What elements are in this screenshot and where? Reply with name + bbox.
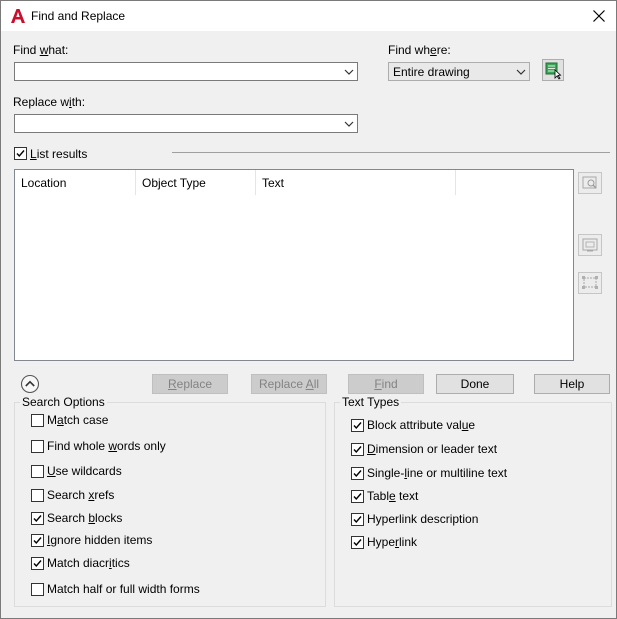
find-replace-dialog: Find and Replace Find what: Find where: … <box>0 0 617 619</box>
column-header-object-type[interactable]: Object Type <box>136 170 256 195</box>
search-option-search-blocks-checkbox[interactable] <box>31 512 44 525</box>
checkmark-icon <box>33 560 42 568</box>
search-option-match-half-or-full-width-forms-label[interactable]: Match half or full width forms <box>47 582 200 596</box>
chevron-down-icon[interactable] <box>344 68 354 76</box>
separator <box>172 152 610 153</box>
list-results-checkbox[interactable] <box>14 147 27 160</box>
text-type-single-line-or-multiline-text-label[interactable]: Single-line or multiline text <box>367 466 507 480</box>
search-option-find-whole-words-only-checkbox[interactable] <box>31 440 44 453</box>
help-button[interactable]: Help <box>534 374 610 394</box>
replace-button[interactable]: Replace <box>152 374 228 394</box>
text-type-single-line-or-multiline-text-checkbox[interactable] <box>351 467 364 480</box>
checkmark-icon <box>353 470 362 478</box>
chevron-down-icon[interactable] <box>344 120 354 128</box>
search-option-match-case-label[interactable]: Match case <box>47 413 108 427</box>
search-option-use-wildcards-checkbox[interactable] <box>31 465 44 478</box>
title-bar: Find and Replace <box>1 1 616 31</box>
search-options-title: Search Options <box>20 395 107 409</box>
checkmark-icon <box>353 446 362 454</box>
autocad-a-icon <box>11 9 25 23</box>
done-button[interactable]: Done <box>436 374 514 394</box>
chevron-down-icon <box>516 69 526 75</box>
search-option-match-diacritics-label[interactable]: Match diacritics <box>47 556 130 570</box>
checkmark-icon <box>16 150 25 158</box>
close-button[interactable] <box>588 5 610 27</box>
checkmark-icon <box>353 493 362 501</box>
text-types-title: Text Types <box>340 395 402 409</box>
text-type-hyperlink-label[interactable]: Hyperlink <box>367 535 417 549</box>
close-icon <box>593 10 605 22</box>
text-type-table-text-label[interactable]: Table text <box>367 489 418 503</box>
search-option-search-xrefs-label[interactable]: Search xrefs <box>47 488 114 502</box>
text-type-block-attribute-value-checkbox[interactable] <box>351 419 364 432</box>
window-title: Find and Replace <box>31 9 126 23</box>
find-what-combobox[interactable] <box>14 62 358 81</box>
text-type-table-text-checkbox[interactable] <box>351 490 364 503</box>
checkmark-icon <box>33 537 42 545</box>
collapse-options-button[interactable] <box>20 374 40 394</box>
column-header-text[interactable]: Text <box>256 170 456 195</box>
list-results-label[interactable]: List results <box>30 147 87 161</box>
search-option-ignore-hidden-items-label[interactable]: Ignore hidden items <box>47 533 152 547</box>
text-type-dimension-or-leader-text-checkbox[interactable] <box>351 443 364 456</box>
checkmark-icon <box>33 515 42 523</box>
search-option-search-xrefs-checkbox[interactable] <box>31 489 44 502</box>
search-option-search-blocks-label[interactable]: Search blocks <box>47 511 122 525</box>
find-what-label: Find what: <box>13 43 69 57</box>
checkmark-icon <box>353 422 362 430</box>
create-selection-set-all-button[interactable] <box>578 272 602 294</box>
selection-set-all-icon <box>582 276 598 289</box>
search-option-match-half-or-full-width-forms-checkbox[interactable] <box>31 583 44 596</box>
find-button[interactable]: Find <box>348 374 424 394</box>
text-type-hyperlink-description-checkbox[interactable] <box>351 513 364 526</box>
create-selection-set-highlighted-button[interactable] <box>578 234 602 256</box>
find-where-select[interactable]: Entire drawing <box>388 62 530 81</box>
select-objects-button[interactable] <box>542 59 564 81</box>
select-objects-icon <box>545 62 562 80</box>
search-option-ignore-hidden-items-checkbox[interactable] <box>31 534 44 547</box>
search-option-find-whole-words-only-label[interactable]: Find whole words only <box>47 439 166 453</box>
checkmark-icon <box>353 516 362 524</box>
results-table[interactable]: Location Object Type Text <box>14 169 574 361</box>
checkmark-icon <box>353 539 362 547</box>
text-types-group <box>334 402 612 607</box>
replace-with-combobox[interactable] <box>14 114 358 133</box>
text-type-hyperlink-checkbox[interactable] <box>351 536 364 549</box>
zoom-to-highlighted-button[interactable] <box>578 172 602 194</box>
text-type-dimension-or-leader-text-label[interactable]: Dimension or leader text <box>367 442 497 456</box>
replace-all-button[interactable]: Replace All <box>251 374 327 394</box>
zoom-magnifier-icon <box>582 176 597 189</box>
search-option-match-case-checkbox[interactable] <box>31 414 44 427</box>
search-options-group <box>14 402 326 607</box>
text-type-hyperlink-description-label[interactable]: Hyperlink description <box>367 512 478 526</box>
find-where-label: Find where: <box>388 43 451 57</box>
search-option-use-wildcards-label[interactable]: Use wildcards <box>47 464 122 478</box>
replace-with-label: Replace with: <box>13 95 86 109</box>
column-header-location[interactable]: Location <box>15 170 136 195</box>
selection-set-icon <box>582 238 598 252</box>
find-where-value: Entire drawing <box>393 65 470 79</box>
search-option-match-diacritics-checkbox[interactable] <box>31 557 44 570</box>
text-type-block-attribute-value-label[interactable]: Block attribute value <box>367 418 475 432</box>
